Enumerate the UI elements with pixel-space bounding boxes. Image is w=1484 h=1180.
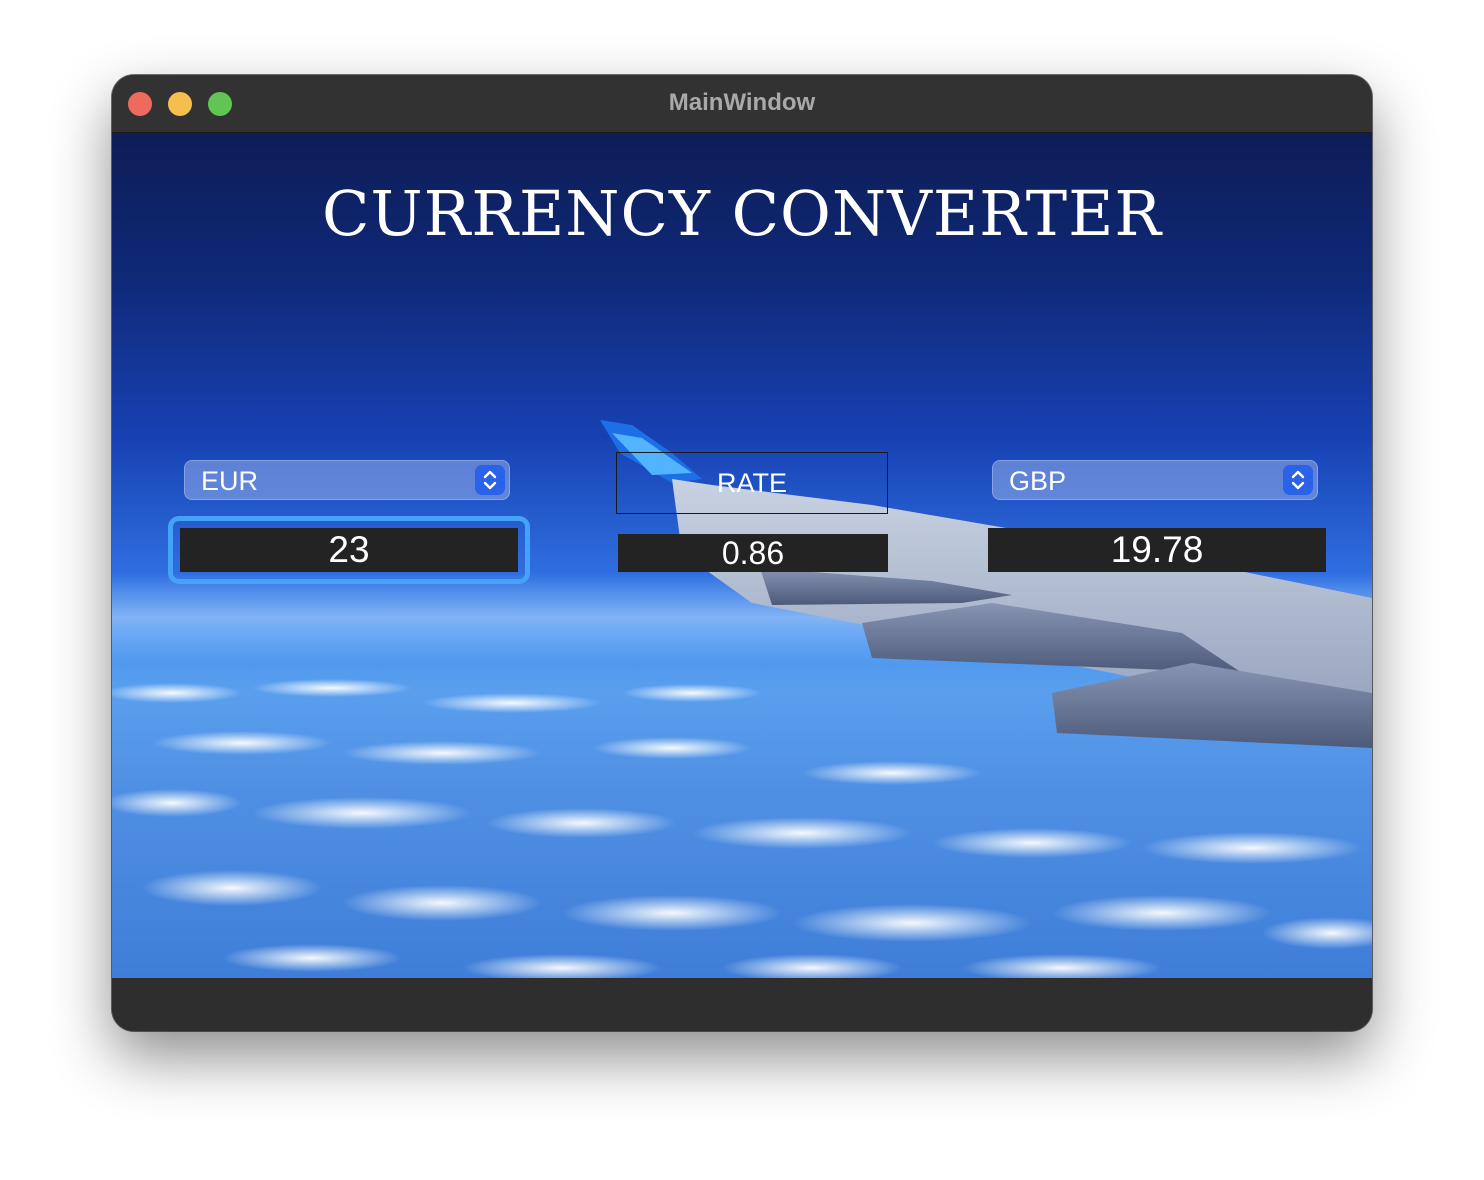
from-currency-selected: EUR — [201, 466, 259, 496]
converter-panel: CURRENCY CONVERTER EUR 23 RATE 0.86 GBP — [112, 133, 1372, 978]
window-title: MainWindow — [668, 89, 816, 116]
chevron-up-down-icon[interactable] — [1283, 465, 1313, 495]
status-bar — [112, 978, 1372, 1031]
to-currency-selected: GBP — [1009, 466, 1067, 496]
main-window: MainWindow CURRENCY CONVERTER EUR 23 RAT… — [112, 75, 1372, 1031]
from-currency-dropdown[interactable]: EUR — [184, 460, 510, 500]
to-amount-field[interactable]: 19.78 — [988, 528, 1326, 572]
app-heading: CURRENCY CONVERTER — [321, 177, 1163, 250]
title-bar: MainWindow — [112, 75, 1372, 133]
rate-label: RATE — [716, 468, 787, 498]
to-currency-dropdown[interactable]: GBP — [992, 460, 1318, 500]
chevron-up-down-icon[interactable] — [475, 465, 505, 495]
from-amount-input[interactable]: 23 — [180, 528, 518, 572]
rate-value-field[interactable]: 0.86 — [618, 534, 888, 572]
rate-label-box: RATE — [616, 452, 888, 514]
